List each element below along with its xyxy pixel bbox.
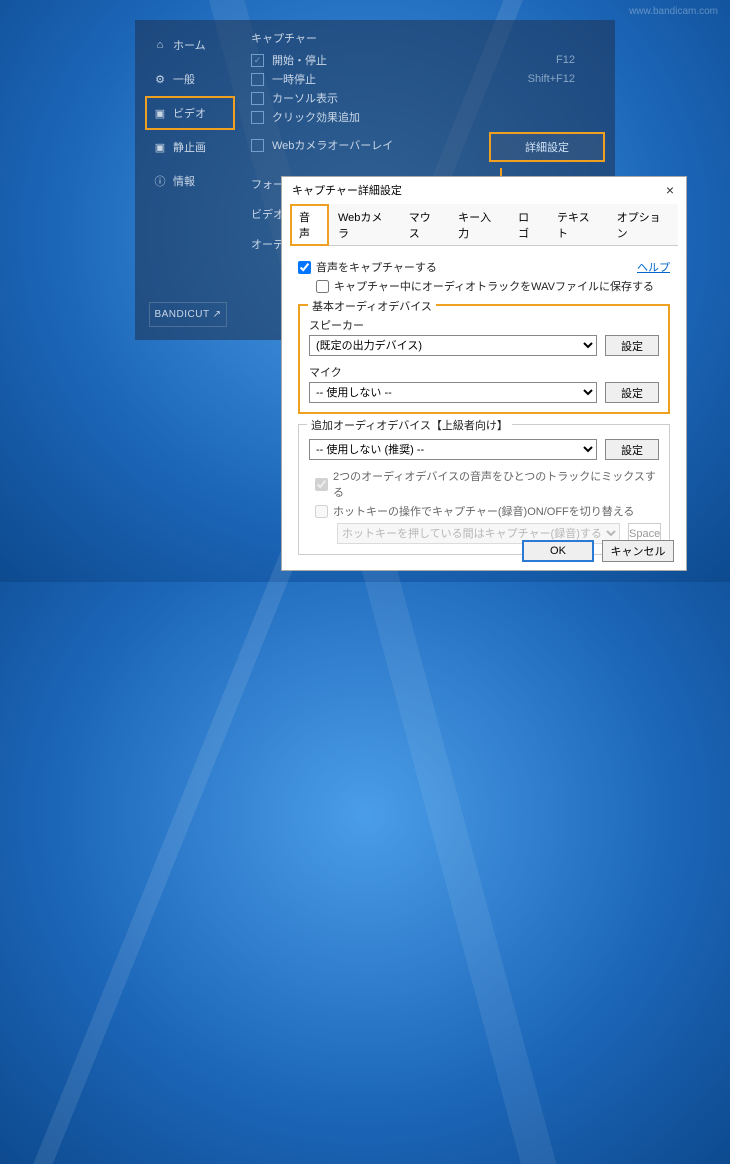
tab-keyinput[interactable]: キー入力	[449, 204, 509, 245]
additional-audio-config-button[interactable]: 設定	[605, 439, 659, 460]
sidebar-item-general[interactable]: ⚙ 一般	[145, 62, 235, 96]
speaker-select[interactable]: (既定の出力デバイス)	[309, 335, 597, 356]
mic-config-button[interactable]: 設定	[605, 382, 659, 403]
help-link[interactable]: ヘルプ	[637, 259, 670, 275]
capture-item-label: 一時停止	[272, 71, 316, 87]
sidebar-item-label: ビデオ	[173, 105, 206, 121]
info-icon: ⓘ	[153, 173, 167, 189]
save-wav-label: キャプチャー中にオーディオトラックをWAVファイルに保存する	[334, 278, 654, 294]
capture-row-cursor[interactable]: カーソル表示	[251, 90, 605, 106]
mic-select[interactable]: -- 使用しない --	[309, 382, 597, 403]
sidebar-item-label: 情報	[173, 173, 195, 189]
video-icon: ▣	[153, 107, 167, 120]
additional-audio-select[interactable]: -- 使用しない (推奨) --	[309, 439, 597, 460]
sidebar-item-label: ホーム	[173, 37, 206, 53]
speaker-label: スピーカー	[309, 317, 659, 333]
close-icon[interactable]: ×	[660, 182, 680, 198]
basic-audio-group: 基本オーディオデバイス スピーカー (既定の出力デバイス) 設定 マイク -- …	[298, 304, 670, 414]
dialog-footer: OK キャンセル	[522, 540, 674, 562]
additional-audio-group-title: 追加オーディオデバイス【上級者向け】	[307, 417, 512, 433]
capture-sound-checkbox[interactable]	[298, 261, 311, 274]
capture-row-webcam-overlay[interactable]: Webカメラオーバーレイ 詳細設定	[251, 128, 605, 162]
capture-item-label: Webカメラオーバーレイ	[272, 137, 393, 153]
dialog-title-text: キャプチャー詳細設定	[292, 182, 402, 198]
home-icon: ⌂	[153, 39, 167, 51]
hotkey-label: F12	[556, 54, 575, 66]
sidebar-item-label: 静止画	[173, 139, 206, 155]
tab-text[interactable]: テキスト	[548, 204, 608, 245]
sidebar-item-label: 一般	[173, 71, 195, 87]
mix-two-label: 2つのオーディオデバイスの音声をひとつのトラックにミックスする	[333, 468, 659, 500]
image-icon: ▣	[153, 141, 167, 154]
capture-item-label: カーソル表示	[272, 90, 338, 106]
tab-audio[interactable]: 音声	[290, 204, 329, 246]
capture-section-label: キャプチャー	[251, 30, 605, 46]
tab-webcam[interactable]: Webカメラ	[329, 204, 400, 245]
ok-button[interactable]: OK	[522, 540, 594, 562]
mic-label: マイク	[309, 364, 659, 380]
bandicut-banner[interactable]: BANDICUT ↗	[149, 302, 227, 327]
capture-item-label: クリック効果追加	[272, 109, 360, 125]
dialog-tabs: 音声 Webカメラ マウス キー入力 ロゴ テキスト オプション	[290, 204, 678, 246]
checkbox-icon[interactable]	[251, 73, 264, 86]
hotkey-toggle-label: ホットキーの操作でキャプチャー(録音)ON/OFFを切り替える	[333, 503, 634, 519]
checkbox-icon[interactable]	[251, 111, 264, 124]
capture-row-click-effect[interactable]: クリック効果追加	[251, 109, 605, 125]
gear-icon: ⚙	[153, 73, 167, 86]
watermark-text: www.bandicam.com	[629, 6, 718, 17]
checkbox-icon[interactable]	[251, 139, 264, 152]
detail-settings-button[interactable]: 詳細設定	[489, 132, 605, 162]
basic-audio-group-title: 基本オーディオデバイス	[308, 298, 436, 314]
hotkey-toggle-checkbox	[315, 505, 328, 518]
checkbox-icon[interactable]: ✓	[251, 54, 264, 67]
sidebar-item-home[interactable]: ⌂ ホーム	[145, 28, 235, 62]
tab-audio-body: 音声をキャプチャーする ヘルプ キャプチャー中にオーディオトラックをWAVファイ…	[282, 246, 686, 565]
mix-two-checkbox	[315, 478, 328, 491]
capture-row-pause[interactable]: 一時停止 Shift+F12	[251, 71, 605, 87]
tab-mouse[interactable]: マウス	[400, 204, 449, 245]
speaker-config-button[interactable]: 設定	[605, 335, 659, 356]
dialog-titlebar: キャプチャー詳細設定 ×	[282, 177, 686, 204]
capture-item-label: 開始・停止	[272, 52, 327, 68]
checkbox-icon[interactable]	[251, 92, 264, 105]
hotkey-label: Shift+F12	[528, 73, 575, 85]
capture-detail-dialog: キャプチャー詳細設定 × 音声 Webカメラ マウス キー入力 ロゴ テキスト …	[281, 176, 687, 571]
sidebar-item-video[interactable]: ▣ ビデオ	[145, 96, 235, 130]
cancel-button[interactable]: キャンセル	[602, 540, 674, 562]
tab-options[interactable]: オプション	[608, 204, 678, 245]
additional-audio-group: 追加オーディオデバイス【上級者向け】 -- 使用しない (推奨) -- 設定 2…	[298, 424, 670, 555]
save-wav-checkbox[interactable]	[316, 280, 329, 293]
tab-logo[interactable]: ロゴ	[509, 204, 548, 245]
sidebar-item-image[interactable]: ▣ 静止画	[145, 130, 235, 164]
sidebar-item-info[interactable]: ⓘ 情報	[145, 164, 235, 198]
capture-sound-label: 音声をキャプチャーする	[316, 259, 437, 275]
capture-row-start-stop[interactable]: ✓ 開始・停止 F12	[251, 52, 605, 68]
sidebar: ⌂ ホーム ⚙ 一般 ▣ ビデオ ▣ 静止画 ⓘ 情報	[145, 28, 235, 198]
